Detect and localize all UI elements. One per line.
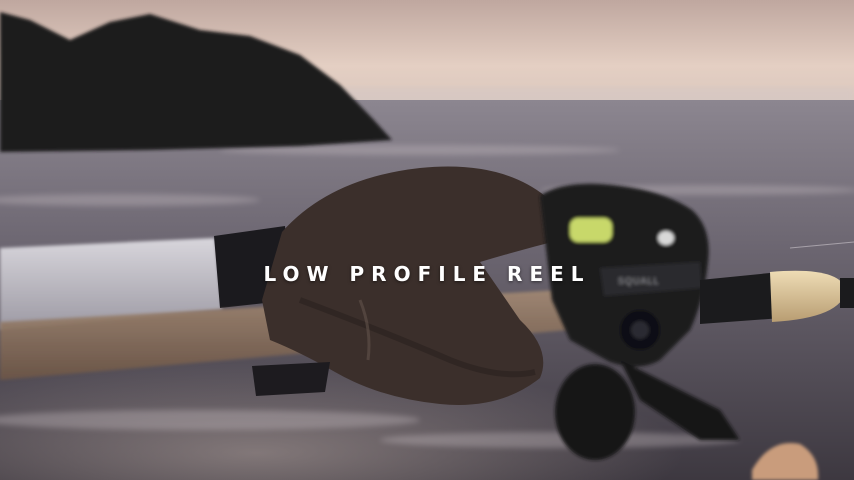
reel-handle-knob [555, 364, 635, 460]
line-spool [570, 218, 612, 242]
caption-title: LOW PROFILE REEL [263, 262, 591, 286]
video-frame: SQUALL [0, 0, 854, 480]
